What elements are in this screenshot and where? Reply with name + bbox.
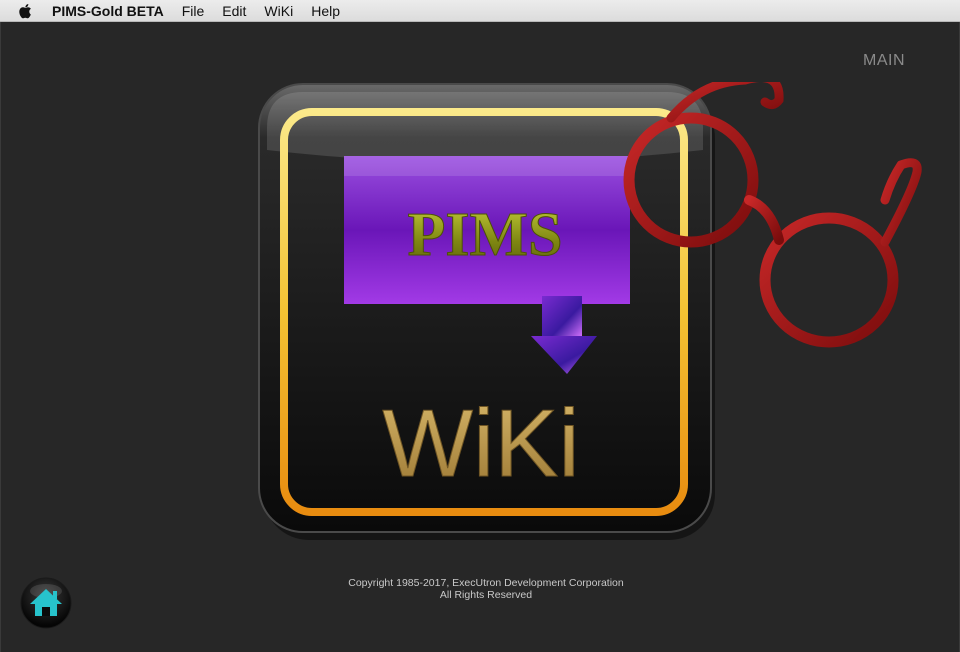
menu-wiki[interactable]: WiKi bbox=[264, 0, 293, 22]
app-menu[interactable]: PIMS-Gold BETA bbox=[52, 0, 164, 22]
menu-edit[interactable]: Edit bbox=[222, 0, 246, 22]
pims-logo-text: PIMS bbox=[408, 201, 563, 269]
section-label: MAIN bbox=[863, 52, 905, 69]
copyright-line: Copyright 1985-2017, ExecUtron Developme… bbox=[348, 577, 624, 589]
rights-line: All Rights Reserved bbox=[439, 589, 533, 601]
menu-file[interactable]: File bbox=[182, 0, 205, 22]
copyright-notice: Copyright 1985-2017, ExecUtron Developme… bbox=[1, 577, 960, 601]
main-window: MAIN PIMS WiKi Copyright 1985-2017, Exec… bbox=[0, 22, 960, 652]
wiki-logo-text: WiKi bbox=[382, 390, 579, 497]
menu-help[interactable]: Help bbox=[311, 0, 340, 22]
apple-icon[interactable] bbox=[18, 3, 32, 19]
pims-wiki-logo[interactable]: PIMS WiKi bbox=[257, 82, 929, 572]
menu-bar: PIMS-Gold BETA File Edit WiKi Help bbox=[0, 0, 960, 22]
home-button[interactable] bbox=[20, 577, 72, 629]
